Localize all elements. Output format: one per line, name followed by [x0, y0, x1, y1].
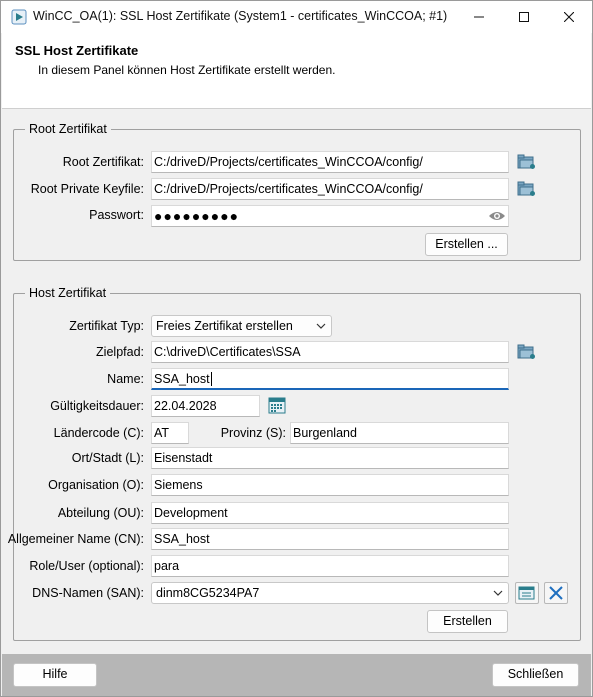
cert-type-select[interactable]: Freies Zertifikat erstellen [151, 315, 332, 337]
folder-browse-icon [517, 344, 535, 359]
name-label: Name: [107, 372, 144, 386]
department-label: Abteilung (OU): [57, 506, 144, 520]
role-user-field[interactable]: para [151, 555, 509, 577]
calendar-icon [268, 397, 286, 414]
calendar-button[interactable] [265, 394, 289, 416]
password-mask: ●●●●●●●●● [154, 208, 240, 224]
folder-browse-icon [517, 181, 535, 196]
close-window-button[interactable] [546, 1, 592, 33]
dns-names-select[interactable]: dinm8CG5234PA7 [151, 582, 509, 604]
root-cert-field[interactable]: C:/driveD/Projects/certificates_WinCCOA/… [151, 151, 509, 173]
delete-x-icon [549, 586, 563, 600]
folder-browse-icon [517, 154, 535, 169]
province-label: Provinz (S): [220, 426, 286, 440]
dialog-window: WinCC_OA(1): SSL Host Zertifikate (Syste… [0, 0, 593, 697]
eye-icon[interactable] [488, 209, 506, 226]
list-add-icon [518, 586, 535, 600]
dns-add-button[interactable] [515, 582, 539, 604]
chevron-down-icon [316, 323, 326, 329]
help-button[interactable]: Hilfe [13, 663, 97, 687]
city-label: Ort/Stadt (L): [71, 451, 144, 465]
common-name-field[interactable]: SSA_host [151, 528, 509, 550]
cert-type-value: Freies Zertifikat erstellen [156, 319, 293, 333]
title-bar: WinCC_OA(1): SSL Host Zertifikate (Syste… [1, 1, 592, 33]
minimize-button[interactable] [456, 1, 502, 33]
maximize-icon [519, 12, 529, 22]
name-field[interactable]: SSA_host​ [151, 368, 509, 390]
validity-label: Gültigkeitsdauer: [50, 399, 144, 413]
chevron-down-icon [493, 590, 503, 596]
password-label: Passwort: [89, 208, 144, 222]
panel-header: SSL Host Zertifikate In diesem Panel kön… [2, 33, 591, 109]
password-field[interactable]: ●●●●●●●●● [151, 205, 509, 227]
app-icon [11, 9, 27, 25]
host-create-button[interactable]: Erstellen [427, 610, 508, 633]
root-keyfile-browse-button[interactable] [515, 178, 539, 200]
province-field[interactable]: Burgenland [290, 422, 509, 444]
root-cert-browse-button[interactable] [515, 151, 539, 173]
validity-date-field[interactable]: 22.04.2028 [151, 395, 260, 417]
cert-type-label: Zertifikat Typ: [69, 319, 144, 333]
minimize-icon [474, 16, 484, 18]
window-title: WinCC_OA(1): SSL Host Zertifikate (Syste… [33, 9, 448, 23]
root-keyfile-label: Root Private Keyfile: [30, 182, 144, 196]
country-code-label: Ländercode (C): [53, 426, 144, 440]
text-cursor: ​ [210, 372, 212, 386]
target-path-browse-button[interactable] [515, 341, 539, 363]
root-create-button[interactable]: Erstellen ... [425, 233, 508, 256]
name-value: SSA_host [154, 372, 210, 386]
dns-delete-button[interactable] [544, 582, 568, 604]
root-keyfile-field[interactable]: C:/driveD/Projects/certificates_WinCCOA/… [151, 178, 509, 200]
organisation-field[interactable]: Siemens [151, 474, 509, 496]
country-code-field[interactable]: AT [151, 422, 189, 444]
target-path-field[interactable]: C:\driveD\Certificates\SSA [151, 341, 509, 363]
root-certificate-legend: Root Zertifikat [25, 122, 111, 136]
common-name-label: Allgemeiner Name (CN): [7, 532, 144, 546]
role-user-label: Role/User (optional): [29, 559, 144, 573]
city-field[interactable]: Eisenstadt [151, 447, 509, 469]
target-path-label: Zielpfad: [96, 345, 144, 359]
host-certificate-legend: Host Zertifikat [25, 286, 111, 300]
organisation-label: Organisation (O): [48, 478, 144, 492]
panel-description: In diesem Panel können Host Zertifikate … [38, 63, 336, 77]
close-icon [564, 12, 574, 22]
panel-title: SSL Host Zertifikate [15, 43, 139, 58]
dns-names-label: DNS-Namen (SAN): [32, 586, 144, 600]
close-button[interactable]: Schließen [492, 663, 579, 687]
department-field[interactable]: Development [151, 502, 509, 524]
dns-names-value: dinm8CG5234PA7 [156, 586, 260, 600]
root-cert-label: Root Zertifikat: [62, 155, 144, 169]
maximize-button[interactable] [501, 1, 547, 33]
footer-bar: Hilfe Schließen [2, 654, 591, 696]
